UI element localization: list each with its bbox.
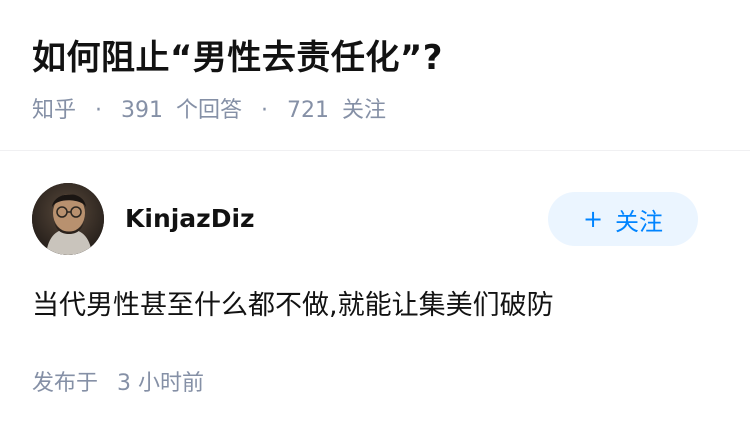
follow-button-label: 关注 — [615, 207, 664, 236]
meta-separator: · — [261, 98, 269, 123]
publish-prefix: 发布于 — [32, 371, 99, 396]
question-title[interactable]: 如何阻止“男性去责任化”? — [32, 36, 443, 80]
follow-button[interactable]: + 关注 — [548, 192, 698, 246]
meta-separator: · — [95, 98, 103, 123]
follower-count: 721 — [287, 98, 330, 123]
publish-time: 发布于 3 小时前 — [32, 369, 204, 399]
answer-content[interactable]: 当代男性甚至什么都不做,就能让集美们破防 — [32, 288, 554, 324]
author-row: KinjazDiz + 关注 — [32, 183, 722, 257]
follower-count-label: 关注 — [342, 98, 387, 123]
publish-relative-time: 3 小时前 — [117, 371, 205, 396]
plus-icon: + — [582, 205, 604, 233]
section-divider — [0, 150, 750, 151]
avatar-photo-icon — [32, 183, 104, 255]
question-meta: 知乎 · 391 个回答 · 721 关注 — [32, 96, 386, 126]
avatar[interactable] — [32, 183, 104, 255]
author-name[interactable]: KinjazDiz — [125, 203, 255, 235]
answer-count-label: 个回答 — [176, 98, 243, 123]
answer-count: 391 — [121, 98, 164, 123]
question-header: 如何阻止“男性去责任化”? 知乎 · 391 个回答 · 721 关注 — [0, 0, 750, 152]
source-label[interactable]: 知乎 — [32, 98, 76, 123]
answer-page: 如何阻止“男性去责任化”? 知乎 · 391 个回答 · 721 关注 Kinj… — [0, 0, 750, 434]
